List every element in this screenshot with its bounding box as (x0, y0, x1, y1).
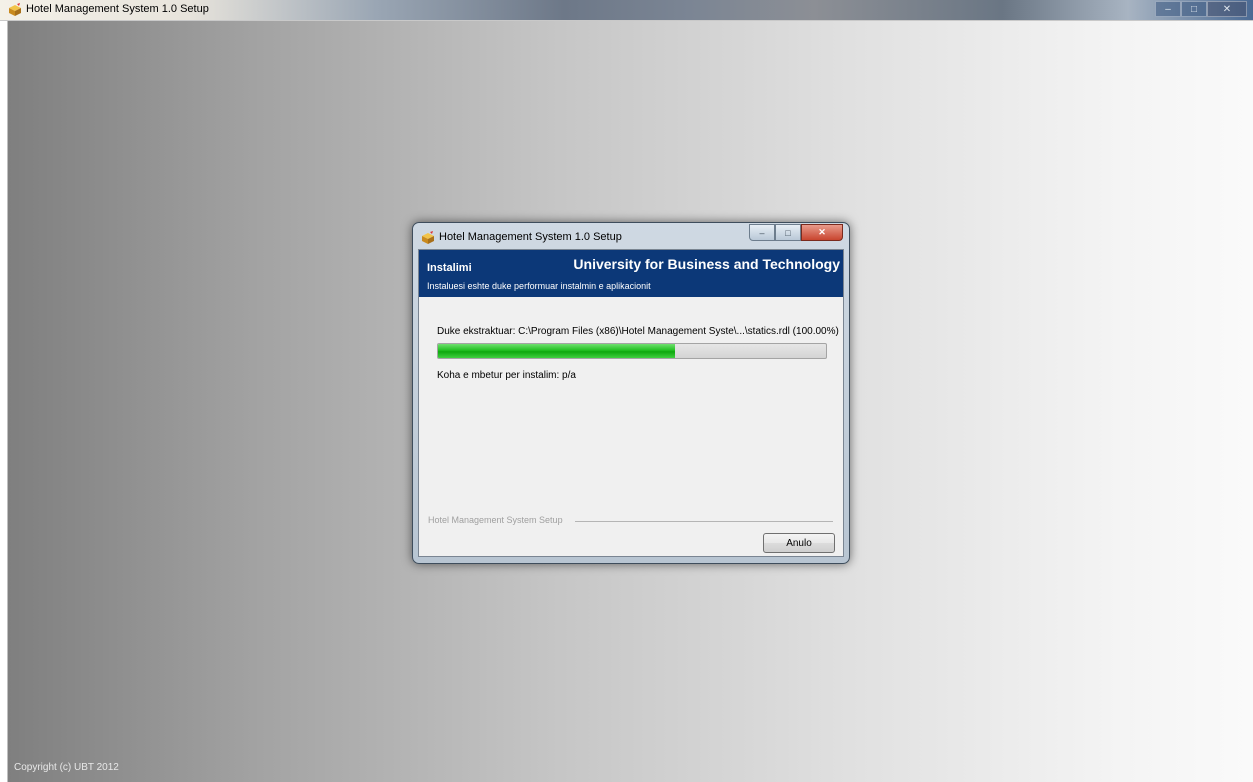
dialog-close-button[interactable]: ✕ (801, 224, 843, 241)
cancel-button[interactable]: Anulo (763, 533, 835, 553)
progress-fill (438, 344, 675, 358)
dialog-body: Instalimi University for Business and Te… (418, 249, 844, 557)
dialog-maximize-button[interactable]: □ (775, 224, 801, 241)
footer-divider (575, 521, 833, 522)
dialog-minimize-button[interactable]: – (749, 224, 775, 241)
dialog-window-controls: – □ ✕ (749, 224, 843, 241)
installer-box-icon (9, 3, 21, 16)
copyright-text: Copyright (c) UBT 2012 (14, 762, 119, 773)
outer-title-bar: Hotel Management System 1.0 Setup – □ ✕ (0, 0, 1253, 21)
dialog-title: Hotel Management System 1.0 Setup (439, 231, 622, 243)
outer-window-title: Hotel Management System 1.0 Setup (26, 3, 209, 15)
step-subtitle: Instaluesi eshte duke performuar instalm… (427, 281, 651, 291)
brand-name: University for Business and Technology (573, 256, 840, 272)
extraction-status: Duke ekstraktuar: C:\Program Files (x86)… (437, 326, 839, 337)
step-title: Instalimi (427, 262, 472, 274)
dialog-header: Instalimi University for Business and Te… (419, 250, 843, 297)
time-remaining: Koha e mbetur per instalim: p/a (437, 370, 576, 381)
outer-window-controls: – □ ✕ (1155, 1, 1247, 17)
footer-branding: Hotel Management System Setup (428, 515, 563, 525)
install-progress-bar (437, 343, 827, 359)
installer-box-icon (422, 231, 434, 244)
outer-minimize-button[interactable]: – (1155, 1, 1181, 17)
setup-dialog: Hotel Management System 1.0 Setup – □ ✕ … (412, 222, 850, 564)
outer-maximize-button[interactable]: □ (1181, 1, 1207, 17)
outer-close-button[interactable]: ✕ (1207, 1, 1247, 17)
